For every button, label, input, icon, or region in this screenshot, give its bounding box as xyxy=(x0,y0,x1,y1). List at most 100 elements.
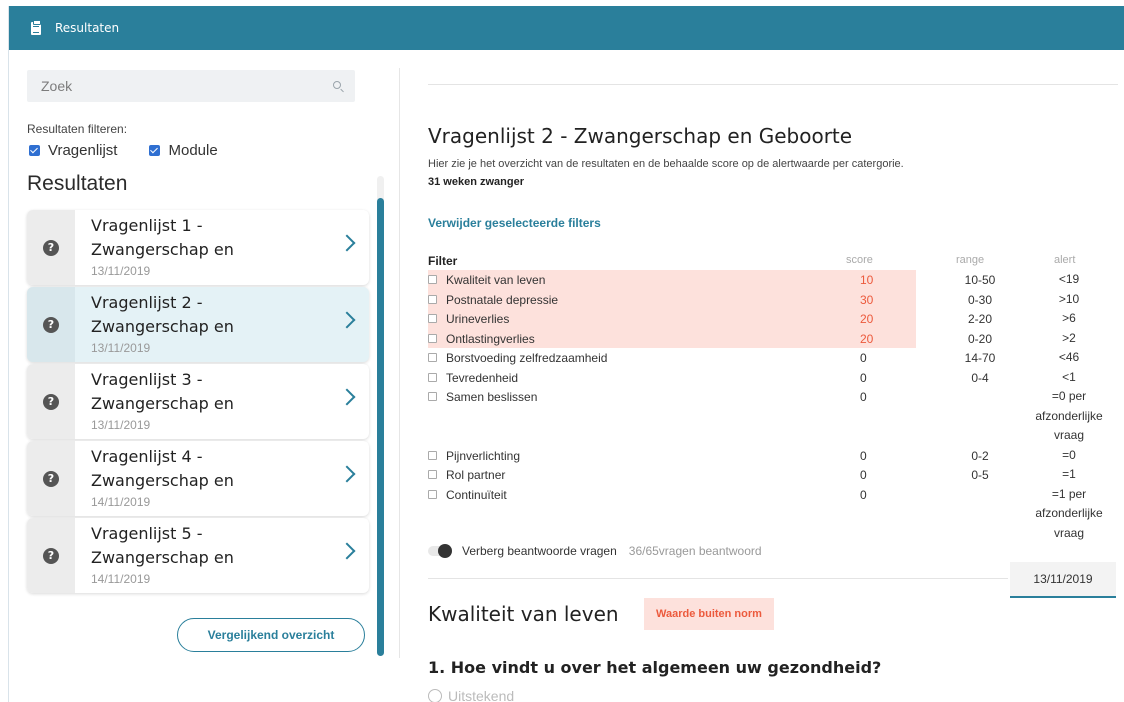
answer-option[interactable]: Uitstekend xyxy=(428,688,514,702)
item-title-line2: Zwangerschap en xyxy=(91,394,234,413)
filter-vragenlijst[interactable]: Vragenlijst xyxy=(29,142,117,159)
main-panel: Vragenlijst 2 - Zwangerschap en Geboorte… xyxy=(400,50,1124,702)
table-row: Ontlastingverlies 20 0-20 >2 xyxy=(428,328,1118,349)
list-item[interactable]: ? Vragenlijst 4 - Zwangerschap en 14/11/… xyxy=(27,441,369,516)
divider xyxy=(428,84,1118,85)
row-range: 2-20 xyxy=(967,312,993,326)
chevron-right-icon[interactable] xyxy=(338,234,356,252)
compare-overview-button[interactable]: Vergelijkend overzicht xyxy=(177,618,365,652)
row-label: Rol partner xyxy=(446,468,506,482)
checkbox-checked-icon[interactable] xyxy=(29,145,40,156)
item-title-line1: Vragenlijst 1 - xyxy=(91,216,203,235)
row-score: 10 xyxy=(860,273,874,287)
item-title-line2: Zwangerschap en xyxy=(91,240,234,259)
question-icon: ? xyxy=(43,239,59,256)
row-score: 0 xyxy=(860,468,867,482)
table-row: Borstvoeding zelfredzaamheid 0 14-70 <46 xyxy=(428,348,1118,368)
row-score: 20 xyxy=(860,312,874,326)
divider xyxy=(428,578,1008,579)
row-range: 0-2 xyxy=(971,448,989,463)
results-table: Filter score range alert Kwaliteit van l… xyxy=(428,250,1118,543)
chevron-right-icon[interactable] xyxy=(338,388,356,406)
table-header: Filter score range alert xyxy=(428,250,1118,270)
list-item-active[interactable]: ? Vragenlijst 2 - Zwangerschap en 13/11/… xyxy=(27,287,369,362)
row-alert: =0 xyxy=(1062,447,1076,462)
row-checkbox[interactable] xyxy=(428,353,437,362)
header-score: score xyxy=(846,254,873,266)
row-score: 30 xyxy=(860,292,874,307)
app-window: Resultaten Resultaten filteren: Vragenli… xyxy=(8,6,1124,702)
question-icon: ? xyxy=(43,470,59,487)
row-alert: >10 xyxy=(1058,291,1080,306)
filter-options: Vragenlijst Module xyxy=(29,142,250,159)
row-label: Borstvoeding zelfredzaamheid xyxy=(446,351,608,365)
table-row: Continuïteit 0 =1 per afzonderlijke vraa… xyxy=(428,485,1118,544)
row-score: 0 xyxy=(860,351,867,365)
row-range: 0-30 xyxy=(967,292,993,307)
table-row: Samen beslissen 0 =0 per afzonderlijke v… xyxy=(428,387,1118,446)
row-range: 14-70 xyxy=(964,351,996,365)
row-label: Ontlastingverlies xyxy=(446,331,535,346)
row-checkbox[interactable] xyxy=(428,392,437,401)
row-alert: <46 xyxy=(1058,350,1080,364)
row-alert: =1 xyxy=(1062,467,1076,481)
row-label: Samen beslissen xyxy=(446,390,538,404)
table-row: Urineverlies 20 2-20 >6 xyxy=(428,309,1118,329)
row-label: Urineverlies xyxy=(446,312,510,326)
row-checkbox[interactable] xyxy=(428,333,437,343)
row-score: 0 xyxy=(860,487,867,502)
list-item[interactable]: ? Vragenlijst 1 - Zwangerschap en 13/11/… xyxy=(27,210,369,285)
page-subtitle: Hier zie je het overzicht van de resulta… xyxy=(428,158,904,170)
status-badge: Waarde buiten norm xyxy=(644,598,774,630)
checkbox-checked-icon[interactable] xyxy=(149,145,161,156)
table-row: Postnatale depressie 30 0-30 >10 xyxy=(428,289,1118,310)
row-checkbox[interactable] xyxy=(428,450,437,460)
toggle-label: Verberg beantwoorde vragen xyxy=(462,544,617,558)
item-title-line2: Zwangerschap en xyxy=(91,471,234,490)
question-icon: ? xyxy=(43,393,59,410)
row-checkbox[interactable] xyxy=(428,275,437,284)
item-date: 14/11/2019 xyxy=(91,572,151,586)
header-filter: Filter xyxy=(428,254,458,268)
search-input[interactable] xyxy=(41,78,311,94)
top-bar: Resultaten xyxy=(9,6,1124,50)
row-checkbox[interactable] xyxy=(428,489,437,499)
row-alert: <1 xyxy=(1062,369,1076,384)
chevron-right-icon[interactable] xyxy=(338,465,356,483)
hide-answered-toggle[interactable] xyxy=(428,544,452,558)
row-checkbox[interactable] xyxy=(428,314,437,323)
row-label: Tevredenheid xyxy=(446,370,519,385)
filter-module[interactable]: Module xyxy=(149,142,218,159)
row-range: 10-50 xyxy=(964,273,996,287)
scrollbar-thumb[interactable] xyxy=(377,198,384,656)
date-selector[interactable]: 13/11/2019 xyxy=(1010,562,1116,598)
table-row: Pijnverlichting 0 0-2 =0 xyxy=(428,446,1118,466)
item-title-line1: Vragenlijst 2 - xyxy=(91,293,203,312)
filter-vragenlijst-label: Vragenlijst xyxy=(48,142,118,159)
section-title: Kwaliteit van leven xyxy=(428,602,619,626)
search-box[interactable] xyxy=(27,70,355,102)
list-item[interactable]: ? Vragenlijst 5 - Zwangerschap en 14/11/… xyxy=(27,518,369,593)
filter-label: Resultaten filteren: xyxy=(27,122,128,136)
radio-icon[interactable] xyxy=(428,689,442,702)
row-checkbox[interactable] xyxy=(428,470,437,479)
question-icon: ? xyxy=(43,547,59,564)
chevron-right-icon[interactable] xyxy=(338,311,356,329)
row-score: 0 xyxy=(860,370,867,385)
row-alert: >6 xyxy=(1062,311,1076,325)
search-icon[interactable] xyxy=(333,81,341,89)
chevron-right-icon[interactable] xyxy=(338,542,356,560)
remove-filters-link[interactable]: Verwijder geselecteerde filters xyxy=(428,216,601,230)
list-item[interactable]: ? Vragenlijst 3 - Zwangerschap en 13/11/… xyxy=(27,364,369,439)
filter-module-label: Module xyxy=(168,142,218,159)
results-heading: Resultaten xyxy=(27,172,128,195)
row-label: Kwaliteit van leven xyxy=(446,273,546,287)
row-checkbox[interactable] xyxy=(428,372,437,382)
row-score: 0 xyxy=(860,390,867,404)
item-title-line2: Zwangerschap en xyxy=(91,548,234,567)
row-range: 0-5 xyxy=(971,468,989,482)
row-checkbox[interactable] xyxy=(428,294,437,304)
item-title-line1: Vragenlijst 3 - xyxy=(91,370,203,389)
row-score: 20 xyxy=(860,331,874,346)
item-date: 14/11/2019 xyxy=(91,495,151,509)
